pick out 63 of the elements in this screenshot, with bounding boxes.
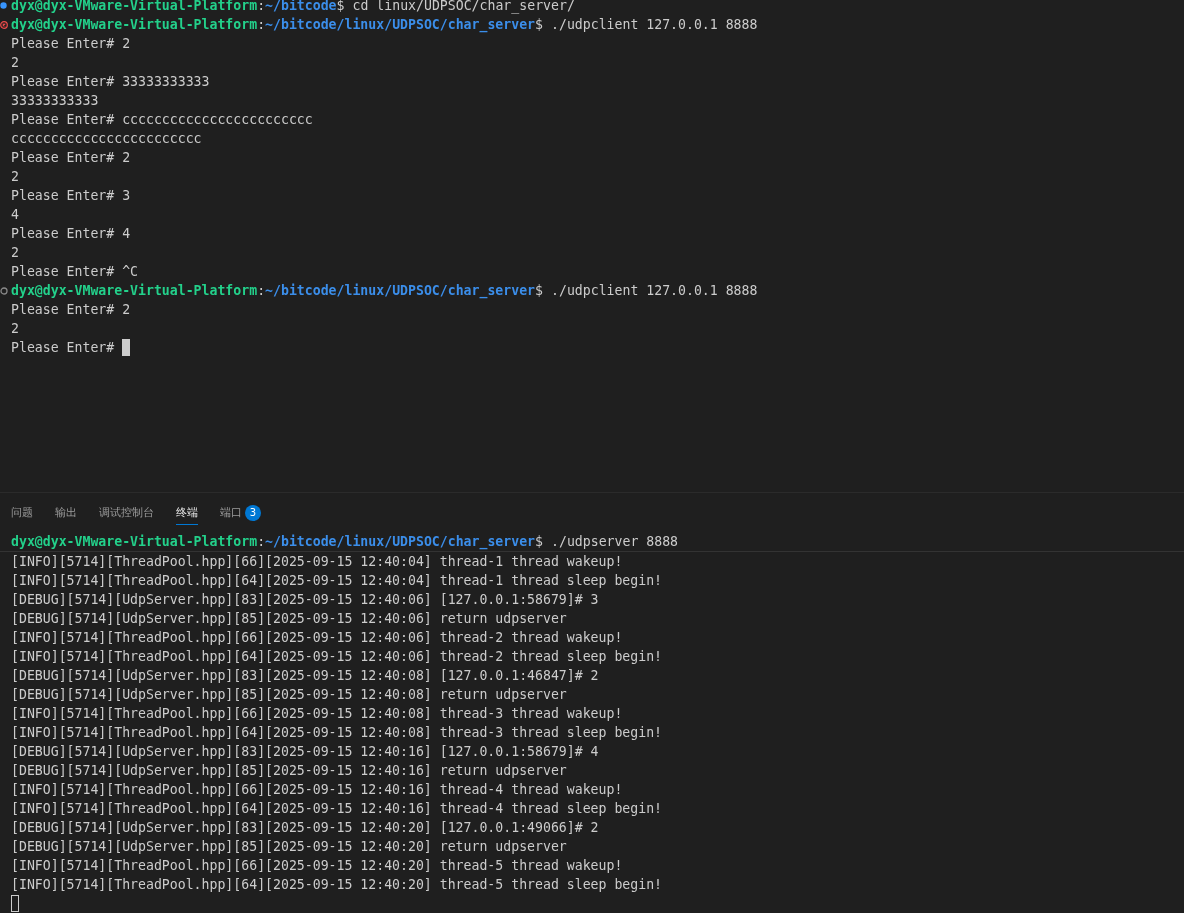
prompt-symbol: $	[535, 282, 543, 298]
output-line: [DEBUG][5714][UdpServer.hpp][83][2025-09-15 12:40:16] [127.0.0.1:58679]# 4	[11, 743, 599, 761]
output-line: 4	[11, 206, 19, 224]
output-line: [INFO][5714][ThreadPool.hpp][66][2025-09-15 12:40:16] thread-4 thread wakeup!	[11, 781, 623, 799]
panel-tab[interactable]: 调试控制台	[99, 501, 154, 525]
output-line: [INFO][5714][ThreadPool.hpp][64][2025-09-15 12:40:04] thread-1 thread sleep begin!	[11, 572, 663, 590]
output-line: Please Enter# 33333333333	[11, 73, 210, 91]
output-line: [INFO][5714][ThreadPool.hpp][66][2025-09-15 12:40:06] thread-2 thread wakeup!	[11, 629, 623, 647]
prompt-user: dyx@dyx-VMware-Virtual-Platform	[11, 0, 258, 15]
output-line: [INFO][5714][ThreadPool.hpp][64][2025-09-15 12:40:20] thread-5 thread sleep begin!	[11, 876, 663, 894]
count-badge: 3	[245, 504, 261, 521]
command-text: ./udpserver 8888	[551, 532, 679, 551]
output-line: Please Enter# 3	[11, 187, 131, 205]
output-line: Please Enter# 2	[11, 149, 131, 167]
output-line: Please Enter# 2	[11, 301, 131, 319]
prompt-symbol: $	[336, 0, 345, 15]
prompt-path: ~/bitcode	[265, 0, 337, 15]
prompt-separator: :	[257, 282, 266, 298]
output-line: 2	[11, 320, 19, 338]
prompt-user: dyx@dyx-VMware-Virtual-Platform	[11, 532, 258, 551]
prompt-symbol: $	[535, 532, 543, 549]
output-line: [DEBUG][5714][UdpServer.hpp][85][2025-09-15 12:40:06] return udpserver	[11, 610, 567, 628]
output-line: Please Enter#	[11, 339, 116, 357]
panel-tab[interactable]: 输出	[55, 501, 77, 525]
output-line: [DEBUG][5714][UdpServer.hpp][83][2025-09-15 12:40:20] [127.0.0.1:49066]# 2	[11, 819, 599, 837]
prompt-separator: :	[257, 0, 266, 15]
output-line: [DEBUG][5714][UdpServer.hpp][85][2025-09-15 12:40:20] return udpserver	[11, 838, 567, 856]
output-line: [DEBUG][5714][UdpServer.hpp][83][2025-09-15 12:40:08] [127.0.0.1:46847]# 2	[11, 667, 599, 685]
prompt-path: ~/bitcode/linux/UDPSOC/char_server	[265, 532, 536, 551]
prompt-path: ~/bitcode/linux/UDPSOC/char_server	[265, 16, 536, 34]
command-text: ./udpclient 127.0.0.1 8888	[551, 282, 758, 300]
output-line: [INFO][5714][ThreadPool.hpp][64][2025-09-15 12:40:16] thread-4 thread sleep begin!	[11, 800, 663, 818]
output-line: Please Enter# 2	[11, 35, 131, 53]
panel-tab[interactable]: 端口 3	[220, 501, 261, 525]
output-line: [DEBUG][5714][UdpServer.hpp][85][2025-09-15 12:40:08] return udpserver	[11, 686, 567, 704]
output-line: [INFO][5714][ThreadPool.hpp][66][2025-09-15 12:40:20] thread-5 thread wakeup!	[11, 857, 623, 875]
panel-tab[interactable]: 问题	[11, 501, 33, 525]
command-text: cd linux/UDPSOC/char_server/	[352, 0, 575, 15]
output-line: Please Enter# 4	[11, 225, 131, 243]
output-line: 33333333333	[11, 92, 99, 110]
output-line: 2	[11, 244, 19, 262]
command-text: ./udpclient 127.0.0.1 8888	[551, 16, 758, 34]
output-line: [INFO][5714][ThreadPool.hpp][66][2025-09-15 12:40:04] thread-1 thread wakeup!	[11, 553, 623, 571]
output-line: [DEBUG][5714][UdpServer.hpp][83][2025-09-15 12:40:06] [127.0.0.1:58679]# 3	[11, 591, 599, 609]
prompt-separator: :	[257, 532, 266, 549]
output-line: 2	[11, 168, 19, 186]
output-line: 2	[11, 54, 19, 72]
command-error-icon	[0, 20, 8, 29]
prompt-path: ~/bitcode/linux/UDPSOC/char_server	[265, 282, 536, 300]
prompt-user: dyx@dyx-VMware-Virtual-Platform	[11, 16, 258, 34]
panel-tab[interactable]: 终端	[176, 501, 198, 525]
output-line: [INFO][5714][ThreadPool.hpp][66][2025-09-15 12:40:08] thread-3 thread wakeup!	[11, 705, 623, 723]
output-line: Please Enter# cccccccccccccccccccccccc	[11, 111, 313, 129]
command-success-icon	[0, 2, 7, 9]
prompt-user: dyx@dyx-VMware-Virtual-Platform	[11, 282, 258, 300]
command-marker-icon	[0, 286, 8, 295]
output-line: Please Enter# ^C	[11, 263, 139, 281]
prompt-symbol: $	[535, 16, 543, 32]
output-line: [DEBUG][5714][UdpServer.hpp][85][2025-09-15 12:40:16] return udpserver	[11, 762, 567, 780]
output-line: [INFO][5714][ThreadPool.hpp][64][2025-09-15 12:40:06] thread-2 thread sleep begin!	[11, 648, 663, 666]
prompt-separator: :	[257, 16, 266, 32]
output-line: [INFO][5714][ThreadPool.hpp][64][2025-09-15 12:40:08] thread-3 thread sleep begin!	[11, 724, 663, 742]
output-line: cccccccccccccccccccccccc	[11, 130, 202, 148]
